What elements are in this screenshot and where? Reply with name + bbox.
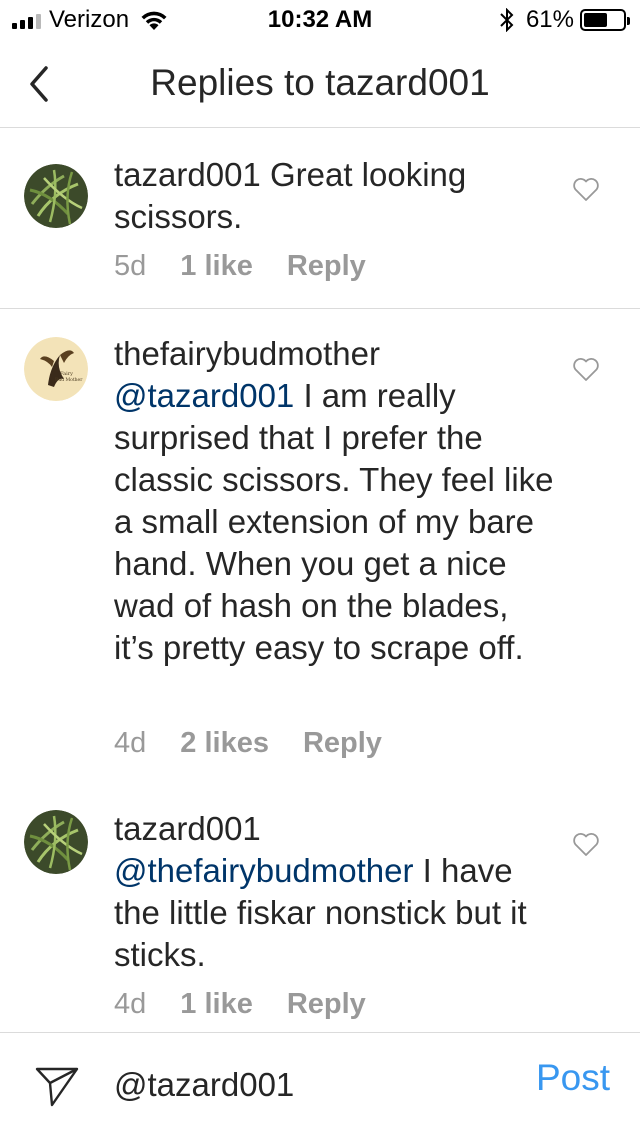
- comment-likes[interactable]: 1 like: [180, 250, 253, 283]
- comment-meta: 4d 1 like Reply: [114, 988, 366, 1021]
- comment-item: tazard001 @thefairybudmother I have the l…: [0, 780, 640, 1032]
- comment-text: tazard001 @thefairybudmother I have the l…: [114, 808, 554, 976]
- bluetooth-icon: [500, 8, 514, 32]
- reply-button[interactable]: Reply: [303, 727, 382, 760]
- comment-mention[interactable]: @tazard001: [114, 377, 294, 414]
- comment-item: Fairy Bud Mother thefairybudmother @tazar…: [0, 309, 640, 779]
- comment-input[interactable]: [114, 1063, 494, 1107]
- comment-age: 5d: [114, 250, 147, 282]
- comment-text: thefairybudmother @tazard001 I am really …: [114, 333, 554, 669]
- battery-fill: [584, 13, 608, 27]
- comment-username[interactable]: thefairybudmother: [114, 335, 380, 372]
- page-title: Replies to tazard001: [150, 62, 490, 103]
- comment-username[interactable]: tazard001: [114, 156, 261, 193]
- like-heart-icon[interactable]: [572, 831, 600, 857]
- comment-body: I am really surprised that I prefer the …: [114, 377, 554, 666]
- avatar-logo-text: Bud Mother: [55, 377, 83, 383]
- reply-button[interactable]: Reply: [287, 988, 366, 1021]
- comment-likes[interactable]: 1 like: [180, 988, 253, 1021]
- post-button[interactable]: Post: [536, 1057, 610, 1099]
- battery-icon: [580, 9, 630, 31]
- reply-button[interactable]: Reply: [287, 250, 366, 283]
- comment-likes[interactable]: 2 likes: [180, 727, 269, 760]
- navigation-bar: Replies to tazard001: [0, 40, 640, 128]
- avatar-logo-text: Fairy: [60, 371, 73, 377]
- status-right: 61%: [500, 6, 630, 34]
- comment-username[interactable]: tazard001: [114, 810, 261, 847]
- user-avatar[interactable]: [24, 810, 88, 874]
- comment-age: 4d: [114, 988, 147, 1020]
- comment-text: tazard001 Great looking scissors.: [114, 154, 554, 238]
- comment-meta: 4d 2 likes Reply: [114, 727, 382, 760]
- user-avatar[interactable]: Fairy Bud Mother: [24, 337, 88, 401]
- comment-age: 4d: [114, 727, 147, 759]
- user-avatar[interactable]: [24, 164, 88, 228]
- comment-mention[interactable]: @thefairybudmother: [114, 852, 413, 889]
- direct-send-icon[interactable]: [34, 1063, 80, 1109]
- like-heart-icon[interactable]: [572, 176, 600, 202]
- comment-input-bar: Post: [0, 1032, 640, 1136]
- status-bar: Verizon 10:32 AM 61%: [0, 0, 640, 40]
- battery-percent: 61%: [525, 6, 574, 33]
- comment-meta: 5d 1 like Reply: [114, 250, 366, 283]
- like-heart-icon[interactable]: [572, 356, 600, 382]
- comment-item: tazard001 Great looking scissors. 5d 1 l…: [0, 128, 640, 308]
